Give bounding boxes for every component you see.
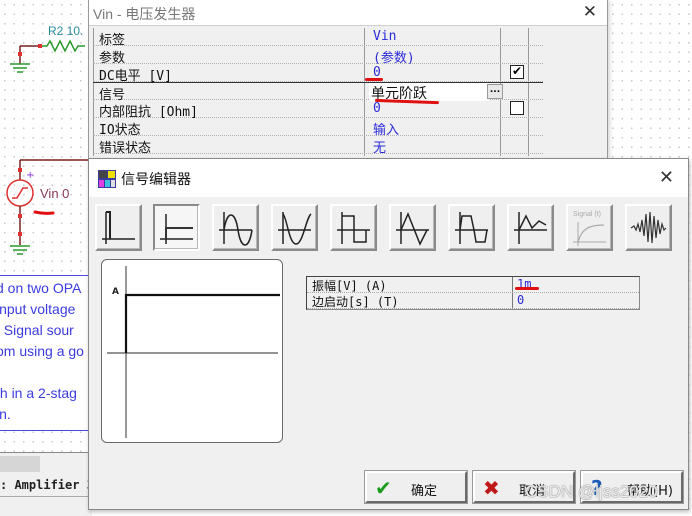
waveform-preview: A — [101, 259, 283, 443]
property-value[interactable]: Vin — [373, 29, 396, 44]
waveform-square-button[interactable] — [330, 204, 377, 251]
description-note: d on two OPA input voltage . Signal sour… — [0, 275, 90, 431]
property-row-error-state[interactable]: 错误状态 无 — [93, 136, 543, 156]
property-row-dc-level[interactable]: DC电平 [V] 0 ✔ — [93, 64, 543, 84]
signal-editor-app-icon — [98, 170, 116, 188]
status-scroll-thumb[interactable] — [0, 456, 40, 472]
note-line: th in a 2-stag — [0, 385, 77, 401]
note-line: om using a go — [0, 343, 84, 359]
triangle-wave-icon — [396, 212, 429, 246]
edge-start-value[interactable]: 0 — [517, 293, 524, 307]
cosine-wave-icon — [278, 212, 312, 245]
status-divider — [0, 496, 92, 497]
close-icon[interactable]: ✕ — [659, 167, 674, 188]
svg-text:+: + — [26, 170, 34, 181]
annotation-mark — [365, 78, 383, 81]
unit-step-wave-icon — [160, 214, 193, 244]
watermark: CSDN @ljss2020 — [525, 482, 658, 501]
waveform-pulse-button[interactable] — [95, 204, 142, 251]
noise-burst-icon — [630, 211, 667, 244]
preview-graph — [107, 266, 280, 438]
voltage-generator-dialog: Vin - 电压发生器 ✕ 标签 Vin 参数 (参数) DC电平 [V] 0 … — [88, 0, 608, 160]
source-label: Vin 0 — [40, 186, 70, 201]
signal-parameter-grid: 振幅[V] (A) 1m 边启动[s] (T) 0 — [306, 276, 640, 310]
waveform-unit-step-button[interactable] — [153, 204, 200, 251]
preview-amplitude-label: A — [112, 287, 119, 297]
ground-symbol-bottom — [10, 245, 30, 255]
resistor-label: R2 10. — [48, 24, 84, 38]
waveform-sine-button[interactable] — [212, 204, 259, 251]
cross-icon: ✖ — [483, 476, 500, 500]
note-line — [0, 362, 89, 383]
note-line: d on two OPA — [0, 280, 82, 296]
edit-signal-button[interactable]: ... — [487, 84, 503, 99]
property-row-impedance[interactable]: 内部阻抗 [Ohm] 0 — [93, 100, 543, 120]
dialog-titlebar: Vin - 电压发生器 ✕ — [89, 0, 607, 26]
property-row-io-state[interactable]: IO状态 输入 — [93, 118, 543, 138]
close-icon[interactable]: ✕ — [583, 2, 597, 22]
param-label: 振幅[V] (A) — [312, 279, 387, 293]
property-value[interactable]: 0 — [373, 101, 381, 116]
ground-symbol-top — [10, 63, 30, 73]
waveform-noise-burst-button[interactable] — [625, 204, 672, 251]
waveform-cosine-button[interactable] — [271, 204, 318, 251]
dc-level-checkbox[interactable]: ✔ — [510, 65, 524, 79]
signal-input[interactable]: 单元阶跃 — [369, 83, 489, 102]
param-label: 边启动[s] (T) — [312, 295, 399, 309]
property-row-signal[interactable]: 信号 单元阶跃 ... — [93, 82, 543, 105]
note-line: in. — [0, 406, 11, 422]
property-value[interactable]: 无 — [373, 137, 386, 156]
waveform-piecewise-button[interactable] — [507, 204, 554, 251]
property-row-params[interactable]: 参数 (参数) — [93, 46, 543, 66]
waveform-triangle-button[interactable] — [389, 204, 436, 251]
ok-button[interactable]: ✔ 确定 — [364, 470, 468, 504]
waveform-trapezoid-button[interactable] — [448, 204, 495, 251]
property-row-label[interactable]: 标签 Vin — [93, 28, 543, 48]
sine-wave-icon — [219, 212, 253, 246]
svg-text:Signal (t): Signal (t) — [573, 211, 601, 218]
status-text: : Amplifier 3( — [0, 478, 102, 492]
note-line: . Signal sour — [0, 322, 74, 338]
general-signal-icon: Signal (t) — [573, 211, 606, 246]
preview-step-trace — [124, 293, 280, 353]
impedance-checkbox[interactable] — [510, 101, 524, 115]
annotation-mark — [515, 287, 539, 290]
trapezoid-wave-icon — [455, 212, 488, 244]
check-icon: ✔ — [375, 476, 392, 500]
property-grid: 标签 Vin 参数 (参数) DC电平 [V] 0 ✔ 信号 单元阶跃 ... … — [93, 28, 543, 156]
param-row-edge-start[interactable]: 边启动[s] (T) 0 — [307, 293, 639, 309]
signal-editor-title: 信号编辑器 — [121, 172, 191, 188]
dialog-title: Vin - 电压发生器 — [93, 6, 196, 22]
property-label: 错误状态 — [99, 141, 152, 156]
resistor-symbol — [40, 39, 85, 53]
param-row-amplitude[interactable]: 振幅[V] (A) 1m — [307, 277, 639, 293]
pulse-wave-icon — [102, 211, 135, 244]
ok-label: 确定 — [411, 484, 438, 499]
waveform-general-button[interactable]: Signal (t) — [566, 204, 613, 251]
signal-editor-dialog: 信号编辑器 ✕ Signal (t) A 振幅[V] (A) 1m 边启动[s]… — [88, 158, 689, 510]
note-line: input voltage — [0, 301, 76, 317]
piecewise-linear-icon — [514, 212, 547, 244]
signal-editor-titlebar: 信号编辑器 ✕ — [89, 159, 688, 197]
square-wave-icon — [337, 212, 370, 244]
